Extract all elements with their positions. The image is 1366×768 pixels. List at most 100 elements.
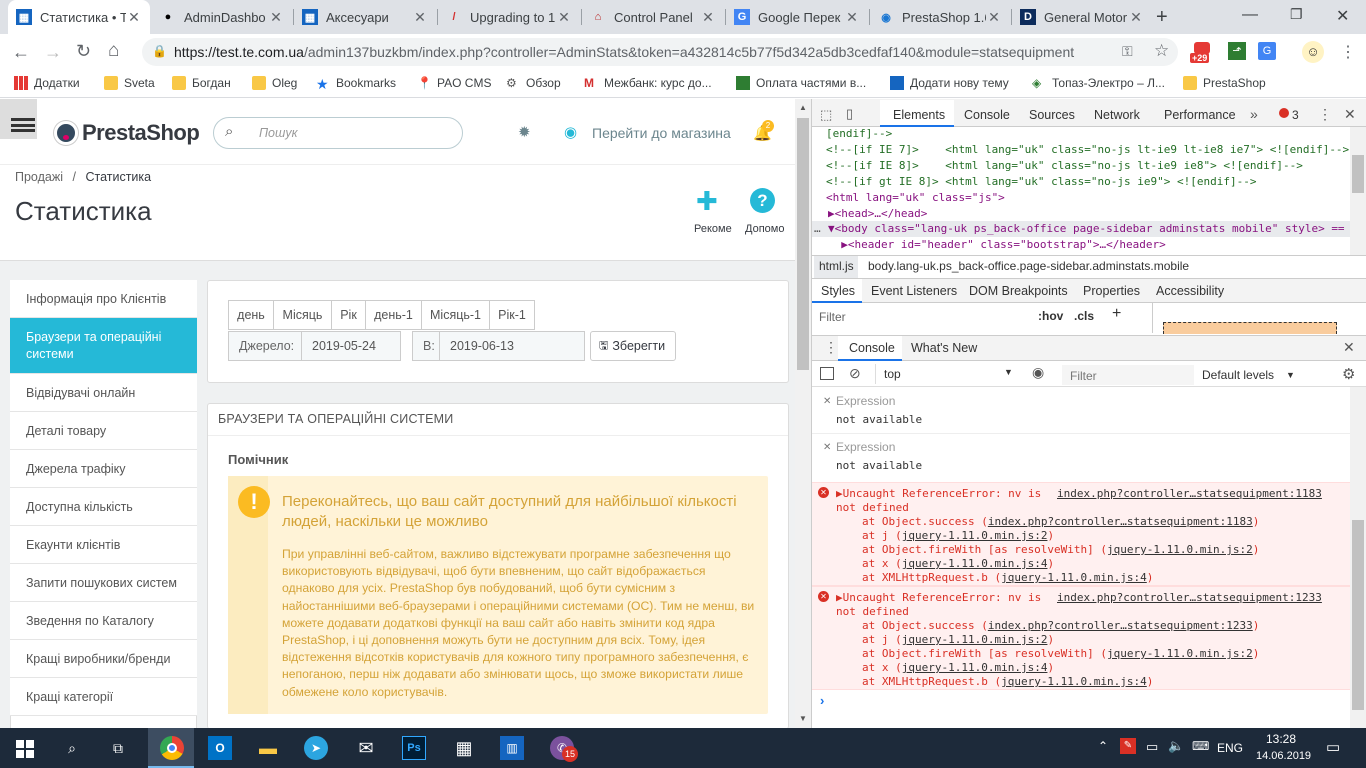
dom-line[interactable]: [endif]--> (826, 127, 892, 140)
bookmark-apps[interactable]: Додатки (14, 76, 80, 90)
prestashop-logo[interactable]: PrestaShop (82, 120, 200, 146)
from-date-input[interactable]: 2019-05-24 (301, 331, 401, 361)
browser-tab[interactable]: D General Motor ✕ (1012, 0, 1152, 34)
browser-tab[interactable]: ▦ Аксесуари ✕ (294, 0, 436, 34)
context-select[interactable]: top ▼ (875, 364, 1019, 384)
eye-icon[interactable]: ◉ (1032, 364, 1044, 381)
to-date-input[interactable]: 2019-06-13 (439, 331, 585, 361)
dom-breakpoints-tab[interactable]: DOM Breakpoints (969, 284, 1068, 298)
live-expression-label[interactable]: Expression (836, 394, 895, 408)
url-text[interactable]: https://test.te.com.ua/admin137buzkbm/in… (174, 44, 1134, 60)
windows-start-icon[interactable] (16, 740, 34, 758)
help-button[interactable]: Допомо (745, 223, 787, 235)
devtools-menu-icon[interactable]: ⋮ (1318, 106, 1332, 123)
close-tab-icon[interactable]: ✕ (986, 9, 1002, 26)
console-filter-input[interactable]: Filter (1062, 365, 1194, 385)
action-center-icon[interactable]: ▭ (1326, 738, 1340, 756)
browser-tab[interactable]: / Upgrading to 1 ✕ (438, 0, 580, 34)
styles-filter-input[interactable]: Filter (819, 310, 846, 324)
breadcrumb-parent[interactable]: Продажі (15, 170, 63, 184)
close-tab-icon[interactable]: ✕ (844, 9, 860, 26)
view-shop-link[interactable]: Перейти до магазина (592, 125, 731, 141)
devtools-tab-performance[interactable]: Performance (1164, 108, 1236, 122)
sidebar-toggle-icon[interactable] (820, 367, 834, 380)
more-tabs-icon[interactable]: » (1250, 106, 1258, 122)
close-tab-icon[interactable]: ✕ (268, 9, 284, 26)
extension-icon[interactable]: +29 (1190, 40, 1214, 64)
close-tab-icon[interactable]: ✕ (700, 9, 716, 26)
telegram-icon[interactable]: ➤ (304, 736, 328, 760)
volume-icon[interactable]: 🔈 (1168, 738, 1184, 754)
back-icon[interactable]: ← (12, 42, 30, 63)
error-count[interactable]: 3 (1292, 108, 1299, 122)
devtools-tab-console[interactable]: Console (964, 108, 1010, 122)
scroll-down-icon[interactable]: ▼ (799, 714, 807, 723)
drawer-tab-console[interactable]: Console (849, 341, 895, 355)
extension-icon[interactable]: ⬏ (1228, 42, 1246, 60)
bookmark-bookmarks[interactable]: ★ Bookmarks (316, 76, 396, 92)
console-settings-icon[interactable]: ⚙ (1342, 365, 1355, 383)
reload-icon[interactable]: ↻ (76, 41, 91, 62)
expression-close-icon[interactable]: ✕ (823, 396, 831, 407)
browser-tab[interactable]: ⌂ Control Panel ✕ (582, 0, 724, 34)
bookmark-folder[interactable]: Богдан (172, 76, 231, 90)
recommended-modules-button[interactable]: Рекоме (694, 223, 734, 235)
profile-avatar[interactable]: ☺ (1302, 41, 1324, 63)
lock-icon[interactable]: 🔒 (152, 44, 167, 58)
sidebar-item-search-queries[interactable]: Запити пошукових систем (10, 564, 197, 602)
sidebar-item-best-categories[interactable]: Кращі категорії (10, 678, 197, 716)
prev-year-button[interactable]: Рік-1 (489, 300, 535, 330)
scroll-up-icon[interactable]: ▲ (799, 103, 807, 112)
drawer-menu-icon[interactable]: ⋮ (824, 339, 838, 356)
bookmark-item[interactable]: 📍 PAO CMS (417, 76, 491, 90)
event-listeners-tab[interactable]: Event Listeners (871, 284, 957, 298)
browser-tab[interactable]: ● AdminDashbo ✕ (152, 0, 292, 34)
new-style-rule-icon[interactable]: + (1112, 305, 1121, 323)
dom-breadcrumb-html[interactable]: html.js (819, 259, 854, 273)
translate-extension-icon[interactable]: G (1258, 42, 1276, 60)
dom-breadcrumb-body[interactable]: body.lang-uk.ps_back-office.page-sidebar… (868, 259, 1189, 273)
clock-time[interactable]: 13:28 (1266, 732, 1296, 746)
keyboard-icon[interactable]: ⌨ (1192, 739, 1209, 753)
debug-bug-icon[interactable]: ✹ (518, 123, 531, 141)
file-explorer-icon[interactable]: ▬ (256, 736, 280, 760)
sidebar-item-traffic-sources[interactable]: Джерела трафіку (10, 450, 197, 488)
close-tab-icon[interactable]: ✕ (126, 9, 142, 26)
menu-dots-icon[interactable]: ⋮ (1340, 42, 1356, 62)
dom-line-selected[interactable]: ▼<body class="lang-uk ps_back-office pag… (828, 222, 1345, 235)
bookmark-item[interactable]: Оплата частями в... (736, 76, 866, 90)
dom-line[interactable]: <!--[if IE 8]> <html lang="uk" class="no… (826, 159, 1303, 172)
dom-line[interactable]: ▶<header id="header" class="bootstrap">…… (828, 238, 1166, 251)
star-icon[interactable]: ☆ (1154, 41, 1169, 61)
devtools-tab-sources[interactable]: Sources (1029, 108, 1075, 122)
bookmark-item[interactable]: ⚙ Обзор (506, 76, 561, 90)
dom-line[interactable]: ▶<head>…</head> (828, 207, 927, 220)
input-language[interactable]: ENG (1217, 741, 1243, 755)
drawer-tab-whats-new[interactable]: What's New (911, 341, 977, 355)
dom-line[interactable]: <html lang="uk" class="js"> (826, 191, 1005, 204)
prev-month-button[interactable]: Місяць-1 (421, 300, 490, 330)
error-source-link[interactable]: index.php?controller…statsequipment:1233 (1057, 591, 1322, 604)
clock-date[interactable]: 14.06.2019 (1256, 750, 1311, 762)
tray-app-icon[interactable]: ✎ (1120, 738, 1136, 754)
close-devtools-icon[interactable]: ✕ (1344, 106, 1356, 123)
sidebar-item-visitors-online[interactable]: Відвідувачі онлайн (10, 374, 197, 412)
browser-tab[interactable]: G Google Перек ✕ (726, 0, 868, 34)
chrome-icon[interactable] (160, 736, 184, 760)
devtools-tab-elements[interactable]: Elements (893, 108, 945, 122)
close-drawer-icon[interactable]: ✕ (1343, 339, 1355, 356)
browser-tab-active[interactable]: ▦ Статистика • Т ✕ (8, 0, 150, 34)
live-expression-label[interactable]: Expression (836, 440, 895, 454)
eye-icon[interactable]: ◉ (564, 123, 577, 141)
dropdown-arrow-icon[interactable]: ▼ (1286, 370, 1295, 380)
close-tab-icon[interactable]: ✕ (412, 9, 428, 26)
device-toolbar-icon[interactable]: ▯ (846, 106, 853, 122)
bookmark-folder[interactable]: Oleg (252, 76, 297, 90)
key-icon[interactable]: ⚿ (1122, 43, 1133, 60)
console-prompt[interactable]: › (820, 693, 824, 708)
accessibility-tab[interactable]: Accessibility (1156, 284, 1224, 298)
properties-tab[interactable]: Properties (1083, 284, 1140, 298)
dom-line[interactable]: <!--[if gt IE 8]> <html lang="uk" class=… (826, 175, 1256, 188)
sidebar-item-product-details[interactable]: Деталі товару (10, 412, 197, 450)
dom-line[interactable]: <!--[if IE 7]> <html lang="uk" class="no… (826, 143, 1349, 156)
